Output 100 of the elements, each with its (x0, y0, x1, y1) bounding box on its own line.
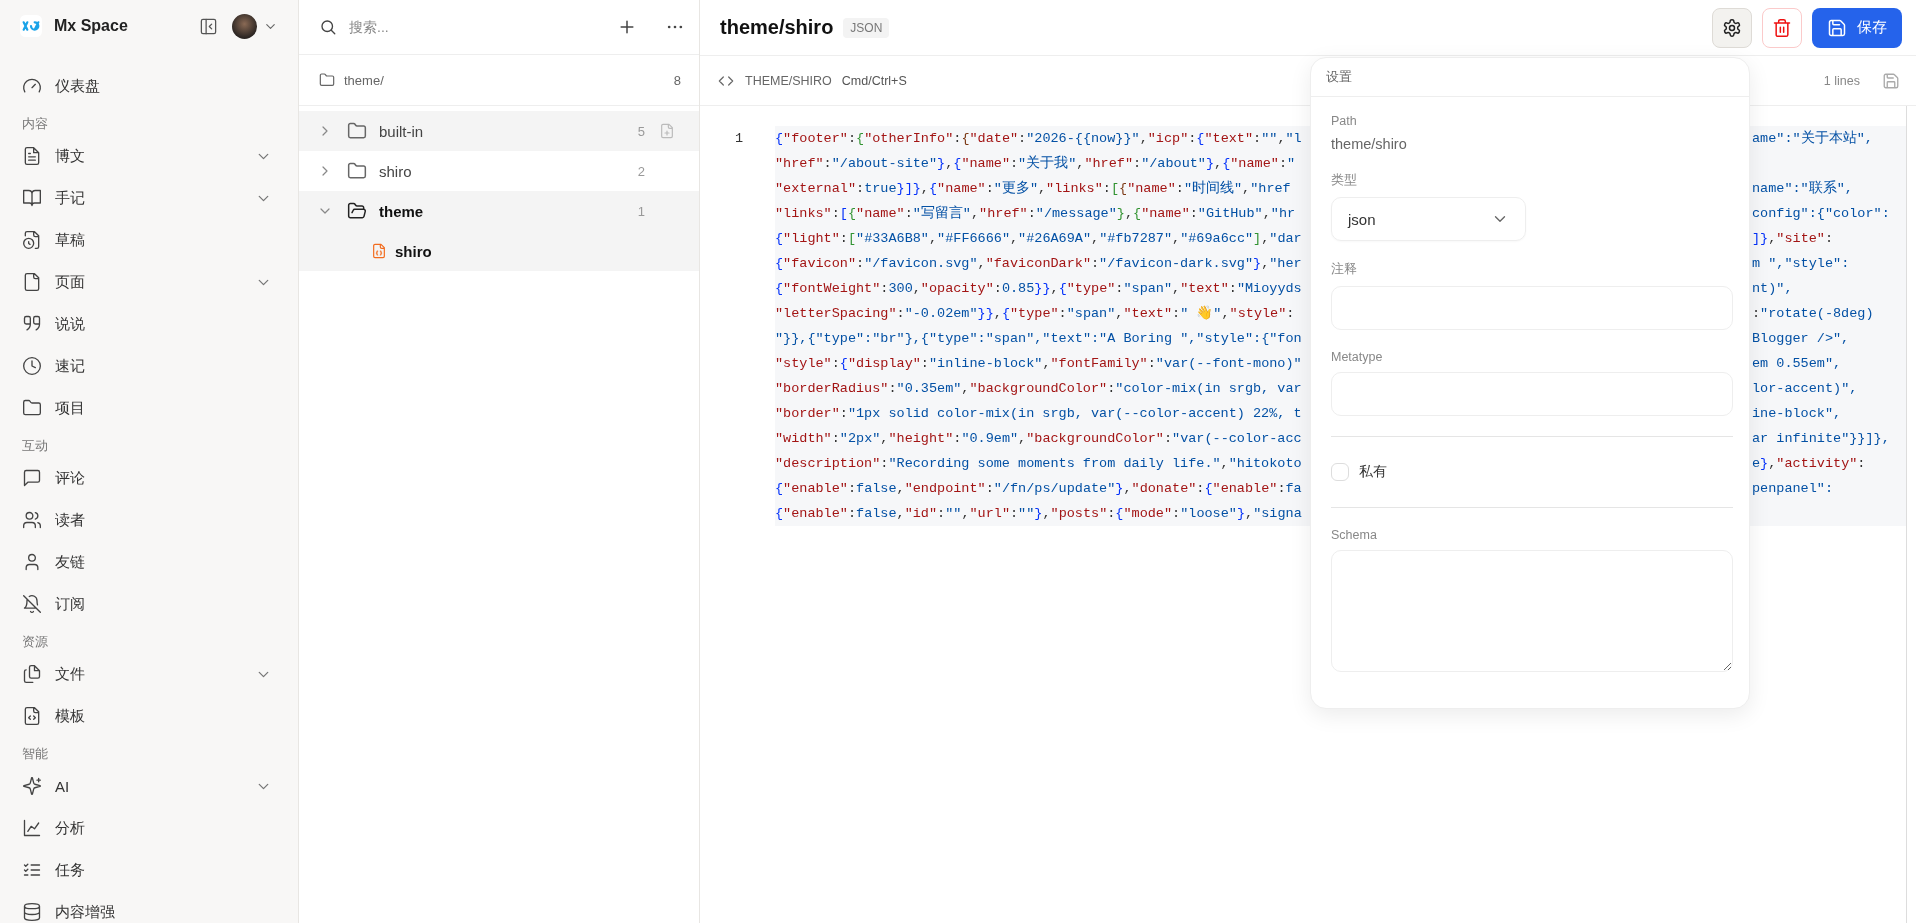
users-icon (22, 510, 42, 530)
nav-section-heading: 内容 (21, 116, 49, 133)
code-text: {"fontWeight":300,"opacity":0.85}},{"type":"span","text":"Mioyyds (775, 280, 1303, 298)
database-icon (22, 902, 42, 922)
code-text: ine-block", (1752, 405, 1843, 423)
code-text: m ","style": (1752, 255, 1851, 273)
sidebar-toggle-icon[interactable] (199, 16, 218, 36)
nav-item[interactable]: 博文 (0, 135, 298, 177)
folder-icon (347, 121, 367, 141)
folder-row[interactable]: theme 1 (299, 191, 699, 231)
folder-row[interactable]: shiro 2 (299, 151, 699, 191)
nav-item[interactable]: 评论 (0, 457, 298, 499)
folder-icon (319, 72, 335, 88)
path-value: theme/shiro (1331, 136, 1408, 152)
code-text: "href":"/about-site"},{"name":"关于我","href":"/about"},{"name":" (775, 154, 1297, 173)
type-select[interactable]: json (1331, 197, 1526, 241)
field-label: Metatype (1331, 350, 1384, 364)
code-text: {"enable":false,"endpoint":"/fn/ps/update"},"donate":{"enable":fa (775, 480, 1303, 498)
json-file-icon (371, 243, 387, 259)
item-count: 5 (637, 123, 645, 139)
code-text: {"footer":{"otherInfo":{"date":"2026-{{now}}","icp":{"text":"","l (775, 130, 1303, 148)
sparkles-icon (22, 776, 42, 796)
nav-section-heading: 资源 (21, 634, 49, 651)
nav-item[interactable]: 友链 (0, 541, 298, 583)
file-row[interactable]: shiro (299, 231, 699, 271)
files-icon (22, 664, 42, 684)
code-text: :"rotate(-8deg) (1752, 305, 1875, 323)
nav-item[interactable]: 订阅 (0, 583, 298, 625)
code-text: name":"联系", (1752, 179, 1854, 198)
code-text: lor-accent)", (1752, 380, 1859, 398)
code-text: penpanel": (1752, 480, 1834, 498)
file-icon (22, 272, 42, 292)
nav-item[interactable]: 内容增强 (0, 891, 298, 923)
nav-item[interactable]: 项目 (0, 387, 298, 429)
item-count: 8 (673, 72, 681, 88)
nav-item[interactable]: 手记 (0, 177, 298, 219)
code-text: "description":"Recording some moments from daily life.","hitokoto (775, 455, 1303, 473)
nav-item[interactable]: 分析 (0, 807, 298, 849)
nav-item[interactable]: 页面 (0, 261, 298, 303)
field-label: Path (1331, 114, 1358, 128)
search-field[interactable]: 搜索... (347, 18, 607, 36)
code-text: Blogger />", (1752, 330, 1851, 348)
nav-section-heading: 互动 (21, 438, 49, 455)
folder-path: theme/ (344, 72, 385, 88)
code-text: "external":true}]},{"name":"更多","links":[{"name":"时间线","href (775, 179, 1292, 198)
checkbox[interactable] (1331, 463, 1349, 481)
field-label: Schema (1331, 528, 1378, 542)
file-title: theme/shiro (720, 16, 834, 39)
nav-item[interactable]: AI (0, 765, 298, 807)
shortcut-hint: Cmd/Ctrl+S (841, 73, 907, 88)
code-text: ar infinite"}}]}, (1752, 430, 1891, 448)
code-text: "links":[{"name":"写留言","href":"/message"},{"name":"GitHub","hr (775, 204, 1297, 223)
nav-section-heading: 智能 (21, 746, 49, 763)
nav-item[interactable]: 文件 (0, 653, 298, 695)
nav-item[interactable]: 仪表盘 (0, 65, 298, 107)
nav-item[interactable]: 模板 (0, 695, 298, 737)
item-count: 2 (637, 163, 645, 179)
code-text: em 0.55em", (1752, 355, 1843, 373)
settings-button[interactable] (1712, 7, 1752, 48)
logo-icon (20, 15, 42, 37)
open-folder-icon (347, 201, 367, 221)
speech-bubble-icon (22, 468, 42, 488)
code-text: e},"activity": (1752, 455, 1867, 473)
delete-button[interactable] (1762, 7, 1802, 48)
bell-off-icon (22, 594, 42, 614)
nav-item[interactable]: 读者 (0, 499, 298, 541)
field-label: 注释 (1331, 261, 1358, 278)
file-clock-icon (22, 230, 42, 250)
nav-item[interactable]: 任务 (0, 849, 298, 891)
code-text: ame":"关于本站", (1752, 129, 1874, 148)
search-icon (319, 18, 337, 36)
code-text: "letterSpacing":"-0.02em"}},{"type":"span","text":" 👋","style": (775, 304, 1296, 323)
nav-item[interactable]: 速记 (0, 345, 298, 387)
trash-icon (1772, 17, 1792, 38)
checkbox-label: 私有 (1359, 463, 1387, 481)
book-icon (22, 188, 42, 208)
code-text: {"light":["#33A6B8","#FF6666","#26A69A","#fb7287","#69a6cc"],"dar (775, 230, 1303, 248)
avatar[interactable] (232, 13, 257, 39)
nav-item[interactable]: 草稿 (0, 219, 298, 261)
code-text: {"favicon":"/favicon.svg","faviconDark":"/favicon-dark.svg"},"her (775, 255, 1303, 273)
code-text: ]},"site": (1752, 230, 1835, 248)
document-icon (22, 146, 42, 166)
code-text: "border":"1px solid color-mix(in srgb, var(--color-accent) 22%, t (775, 405, 1303, 423)
brand-name: Mx Space (54, 17, 129, 35)
code-text: "style":{"display":"inline-block","fontFamily":"var(--font-mono)" (775, 355, 1303, 373)
file-path: THEME/SHIRO (745, 73, 832, 88)
code-text: "width":"2px","height":"0.9em","backgroundColor":"var(--color-acc (775, 430, 1303, 448)
item-count: 1 (637, 203, 645, 219)
line-chart-icon (22, 818, 42, 838)
clock-icon (22, 356, 42, 376)
folder-row[interactable]: built-in 5 (299, 111, 699, 151)
settings-icon (1722, 17, 1742, 38)
line-number: 1 (734, 130, 743, 148)
nav-item[interactable]: 说说 (0, 303, 298, 345)
code-text: {"enable":false,"id":"","url":""},"posts":{"mode":"loose"},"signa (775, 505, 1303, 523)
save-button[interactable]: 保存 (1812, 7, 1902, 48)
schema-field[interactable] (1331, 550, 1733, 672)
code-text: nt)", (1752, 280, 1794, 298)
folder-icon (347, 161, 367, 181)
file-code-icon (22, 706, 42, 726)
